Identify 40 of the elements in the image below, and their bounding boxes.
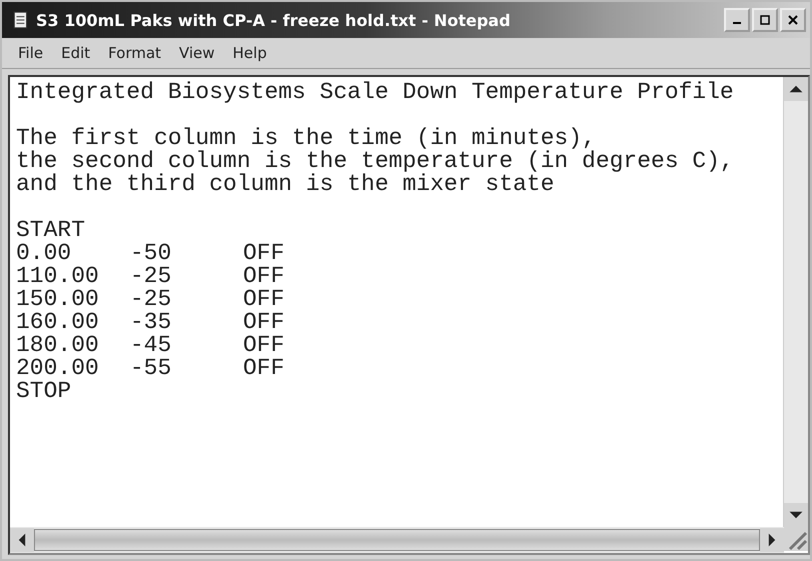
- temperature-value: -55: [130, 357, 172, 380]
- mixer-state: OFF: [243, 311, 284, 334]
- heading-line: Integrated Biosystems Scale Down Temperature Profile: [16, 81, 735, 104]
- minimize-icon: [733, 22, 741, 24]
- mixer-state: OFF: [243, 242, 284, 265]
- time-value: 200.00: [16, 357, 100, 380]
- minimize-button[interactable]: [724, 8, 750, 32]
- menu-item[interactable]: Help: [226, 42, 273, 64]
- menu-item[interactable]: Format: [102, 42, 168, 64]
- temperature-value: -45: [130, 334, 172, 357]
- time-value: 150.00: [16, 288, 100, 311]
- notepad-icon: [12, 11, 30, 29]
- stop-line: STOP: [16, 380, 72, 403]
- maximize-icon: [760, 15, 770, 25]
- mixer-state: OFF: [243, 288, 284, 311]
- mixer-state: OFF: [243, 265, 284, 288]
- temperature-value: -50: [130, 242, 172, 265]
- text-line: the second column is the temperature (in degrees C),: [16, 150, 735, 173]
- temperature-value: -35: [130, 311, 172, 334]
- menu-item[interactable]: Edit: [55, 42, 96, 64]
- temperature-value: -25: [130, 265, 172, 288]
- time-value: 180.00: [16, 334, 100, 357]
- time-value: 110.00: [16, 265, 100, 288]
- menu-item[interactable]: File: [12, 42, 50, 64]
- mixer-state: OFF: [243, 334, 284, 357]
- text-line: and the third column is the mixer state: [16, 173, 554, 196]
- text-line: The first column is the time (in minutes),: [16, 127, 596, 150]
- temperature-value: -25: [130, 288, 172, 311]
- start-line: START: [16, 219, 86, 242]
- maximize-button[interactable]: [752, 8, 778, 32]
- window-title: S3 100mL Paks with CP-A - freeze hold.txt - Notepad: [36, 10, 512, 30]
- horizontal-scrollbar[interactable]: [10, 527, 784, 553]
- menu-item[interactable]: View: [173, 42, 221, 64]
- close-button[interactable]: [780, 8, 806, 32]
- vertical-scrollbar[interactable]: [783, 77, 808, 527]
- mixer-state: OFF: [243, 357, 284, 380]
- close-icon: [788, 15, 798, 25]
- scroll-thumb[interactable]: [34, 529, 760, 551]
- time-value: 160.00: [16, 311, 100, 334]
- time-value: 0.00: [16, 242, 72, 265]
